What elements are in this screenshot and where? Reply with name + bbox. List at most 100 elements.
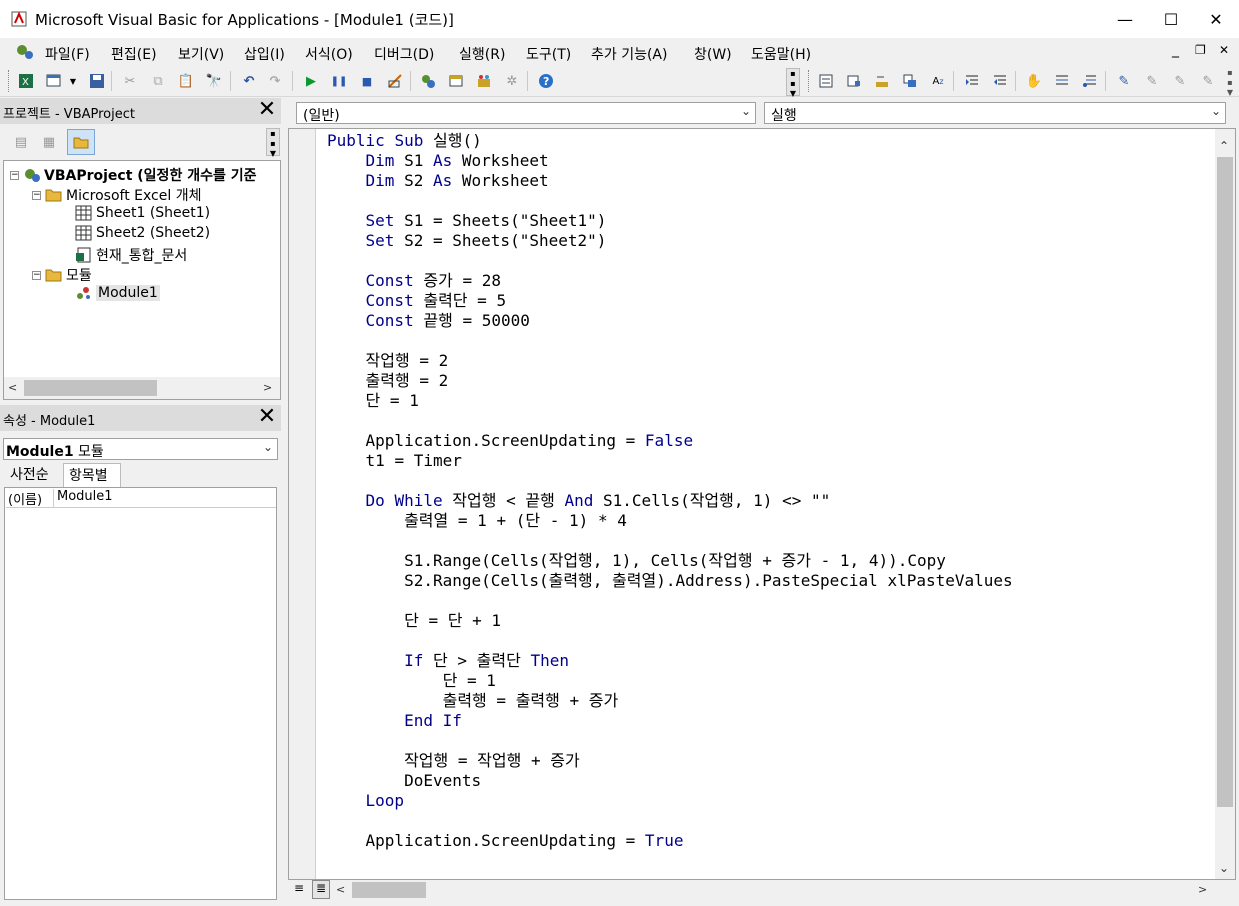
code-line[interactable] — [327, 631, 1013, 651]
tree-node-workbook[interactable]: 현재_통합_문서 — [75, 245, 187, 265]
list-constants-icon[interactable] — [845, 72, 863, 90]
clear-bookmarks-icon[interactable]: ✎ — [1199, 72, 1217, 90]
scrollbar-thumb[interactable] — [24, 380, 157, 396]
tree-node-sheet1[interactable]: Sheet1 (Sheet1) — [75, 205, 210, 221]
code-line[interactable] — [327, 471, 1013, 491]
code-line[interactable] — [327, 731, 1013, 751]
code-line[interactable] — [327, 411, 1013, 431]
quick-info-icon[interactable] — [873, 72, 891, 90]
properties-window-icon[interactable] — [447, 72, 465, 90]
code-editor[interactable]: Public Sub 실행() Dim S1 As Worksheet Dim … — [288, 128, 1236, 880]
code-line[interactable]: Do While 작업행 < 끝행 And S1.Cells(작업행, 1) <… — [327, 491, 1013, 511]
menu-debug[interactable]: 디버그(D) — [374, 44, 434, 64]
code-line[interactable]: Const 출력단 = 5 — [327, 291, 1013, 311]
tree-node-excel-objects[interactable]: − Microsoft Excel 개체 — [32, 185, 201, 205]
help-icon[interactable]: ? — [537, 72, 555, 90]
collapse-icon[interactable]: − — [32, 270, 41, 280]
code-hscrollbar[interactable]: ≡ ≣ < > — [288, 880, 1236, 900]
collapse-icon[interactable]: − — [10, 170, 19, 180]
project-toolbar-overflow[interactable]: ▪ ▪ ▼ — [266, 128, 280, 158]
comment-block-icon[interactable] — [1053, 72, 1071, 90]
procedure-view-icon[interactable]: ≡ — [294, 881, 304, 895]
object-browser-icon[interactable] — [475, 72, 493, 90]
child-restore-button[interactable]: ❐ — [1195, 43, 1206, 57]
list-properties-icon[interactable] — [817, 72, 835, 90]
code-line[interactable]: DoEvents — [327, 771, 1013, 791]
close-button[interactable]: ✕ — [1193, 0, 1239, 38]
code-line[interactable]: Application.ScreenUpdating = True — [327, 831, 1013, 851]
edit-toolbar-grip[interactable] — [808, 70, 811, 92]
code-line[interactable]: Set S2 = Sheets("Sheet2") — [327, 231, 1013, 251]
toolbox-icon[interactable]: ✲ — [503, 72, 521, 90]
toolbar-grip[interactable] — [8, 70, 11, 92]
menu-run[interactable]: 실행(R) — [459, 44, 505, 64]
tree-node-sheet2[interactable]: Sheet2 (Sheet2) — [75, 225, 210, 241]
code-line[interactable]: Set S1 = Sheets("Sheet1") — [327, 211, 1013, 231]
full-module-view-icon[interactable]: ≣ — [312, 880, 330, 899]
tree-hscrollbar[interactable]: < > — [4, 377, 280, 399]
scroll-up-icon[interactable]: ⌃ — [1219, 139, 1229, 153]
menu-addins[interactable]: 추가 기능(A) — [591, 44, 667, 64]
code-line[interactable]: Loop — [327, 791, 1013, 811]
menu-edit[interactable]: 편집(E) — [111, 44, 157, 64]
property-row[interactable]: (이름) Module1 — [6, 489, 276, 508]
code-line[interactable]: 출력행 = 출력행 + 증가 — [327, 691, 1013, 711]
minimize-button[interactable]: — — [1102, 0, 1148, 38]
code-line[interactable]: Dim S2 As Worksheet — [327, 171, 1013, 191]
toggle-breakpoint-icon[interactable]: ✋ — [1025, 72, 1043, 90]
view-code-icon[interactable]: ▤ — [12, 133, 30, 151]
menu-insert[interactable]: 삽입(I) — [244, 44, 285, 64]
code-line[interactable]: 작업행 = 2 — [327, 351, 1013, 371]
previous-bookmark-icon[interactable]: ✎ — [1171, 72, 1189, 90]
menu-help[interactable]: 도움말(H) — [751, 44, 811, 64]
code-line[interactable] — [327, 591, 1013, 611]
code-line[interactable]: Dim S1 As Worksheet — [327, 151, 1013, 171]
edit-toolbar-overflow-button[interactable]: ▪ ▪ ▼ — [1224, 68, 1236, 97]
dropdown-arrow-icon[interactable]: ▼ — [64, 72, 82, 90]
code-text[interactable]: Public Sub 실행() Dim S1 As Worksheet Dim … — [327, 131, 1013, 851]
save-icon[interactable] — [88, 72, 106, 90]
code-line[interactable]: End If — [327, 711, 1013, 731]
toggle-folders-button[interactable] — [67, 129, 95, 155]
view-object-icon[interactable]: ▦ — [40, 133, 58, 151]
code-vscrollbar[interactable]: ⌃ ⌄ — [1215, 129, 1235, 879]
code-line[interactable]: If 단 > 출력단 Then — [327, 651, 1013, 671]
properties-panel-close-button[interactable]: ✕ — [256, 406, 278, 428]
insert-userform-icon[interactable] — [45, 72, 63, 90]
child-close-button[interactable]: ✕ — [1219, 43, 1229, 57]
menu-file[interactable]: 파일(F) — [45, 44, 90, 64]
outdent-icon[interactable] — [991, 72, 1009, 90]
scroll-left-icon[interactable]: < — [8, 381, 17, 394]
scroll-right-icon[interactable]: > — [1198, 883, 1207, 896]
code-line[interactable]: 출력열 = 1 + (단 - 1) * 4 — [327, 511, 1013, 531]
design-mode-icon[interactable] — [386, 72, 404, 90]
code-line[interactable]: 단 = 1 — [327, 671, 1013, 691]
reset-icon[interactable]: ■ — [358, 72, 376, 90]
code-line[interactable]: t1 = Timer — [327, 451, 1013, 471]
code-line[interactable]: 작업행 = 작업행 + 증가 — [327, 751, 1013, 771]
code-line[interactable]: S2.Range(Cells(출력행, 출력열).Address).PasteS… — [327, 571, 1013, 591]
code-line[interactable]: S1.Range(Cells(작업행, 1), Cells(작업행 + 증가 -… — [327, 551, 1013, 571]
object-combo[interactable]: (일반) ⌄ — [296, 102, 756, 124]
complete-word-icon[interactable]: Az — [929, 72, 947, 90]
maximize-button[interactable]: ☐ — [1148, 0, 1194, 38]
code-line[interactable]: Const 증가 = 28 — [327, 271, 1013, 291]
tree-node-vbaproject[interactable]: − VBAProject (일정한 개수를 기준 — [10, 165, 256, 185]
code-line[interactable]: 단 = 1 — [327, 391, 1013, 411]
code-line[interactable]: 출력행 = 2 — [327, 371, 1013, 391]
project-explorer-icon[interactable] — [419, 72, 437, 90]
child-minimize-button[interactable]: _ — [1172, 42, 1179, 58]
menu-view[interactable]: 보기(V) — [178, 44, 224, 64]
tab-alphabetic[interactable]: 사전순 — [3, 462, 61, 486]
scroll-down-icon[interactable]: ⌄ — [1219, 861, 1229, 875]
menu-window[interactable]: 창(W) — [694, 44, 732, 64]
toolbar-overflow-button[interactable]: ▪ ▪ ▼ — [786, 68, 800, 98]
code-line[interactable] — [327, 811, 1013, 831]
scroll-left-icon[interactable]: < — [336, 883, 345, 896]
tree-node-modules[interactable]: − 모듈 — [32, 265, 92, 285]
chevron-down-icon[interactable]: ⌄ — [1211, 104, 1221, 118]
next-bookmark-icon[interactable]: ✎ — [1143, 72, 1161, 90]
excel-view-icon[interactable]: X — [17, 72, 35, 90]
undo-icon[interactable]: ↶ — [240, 72, 258, 90]
scrollbar-thumb[interactable] — [352, 882, 426, 898]
